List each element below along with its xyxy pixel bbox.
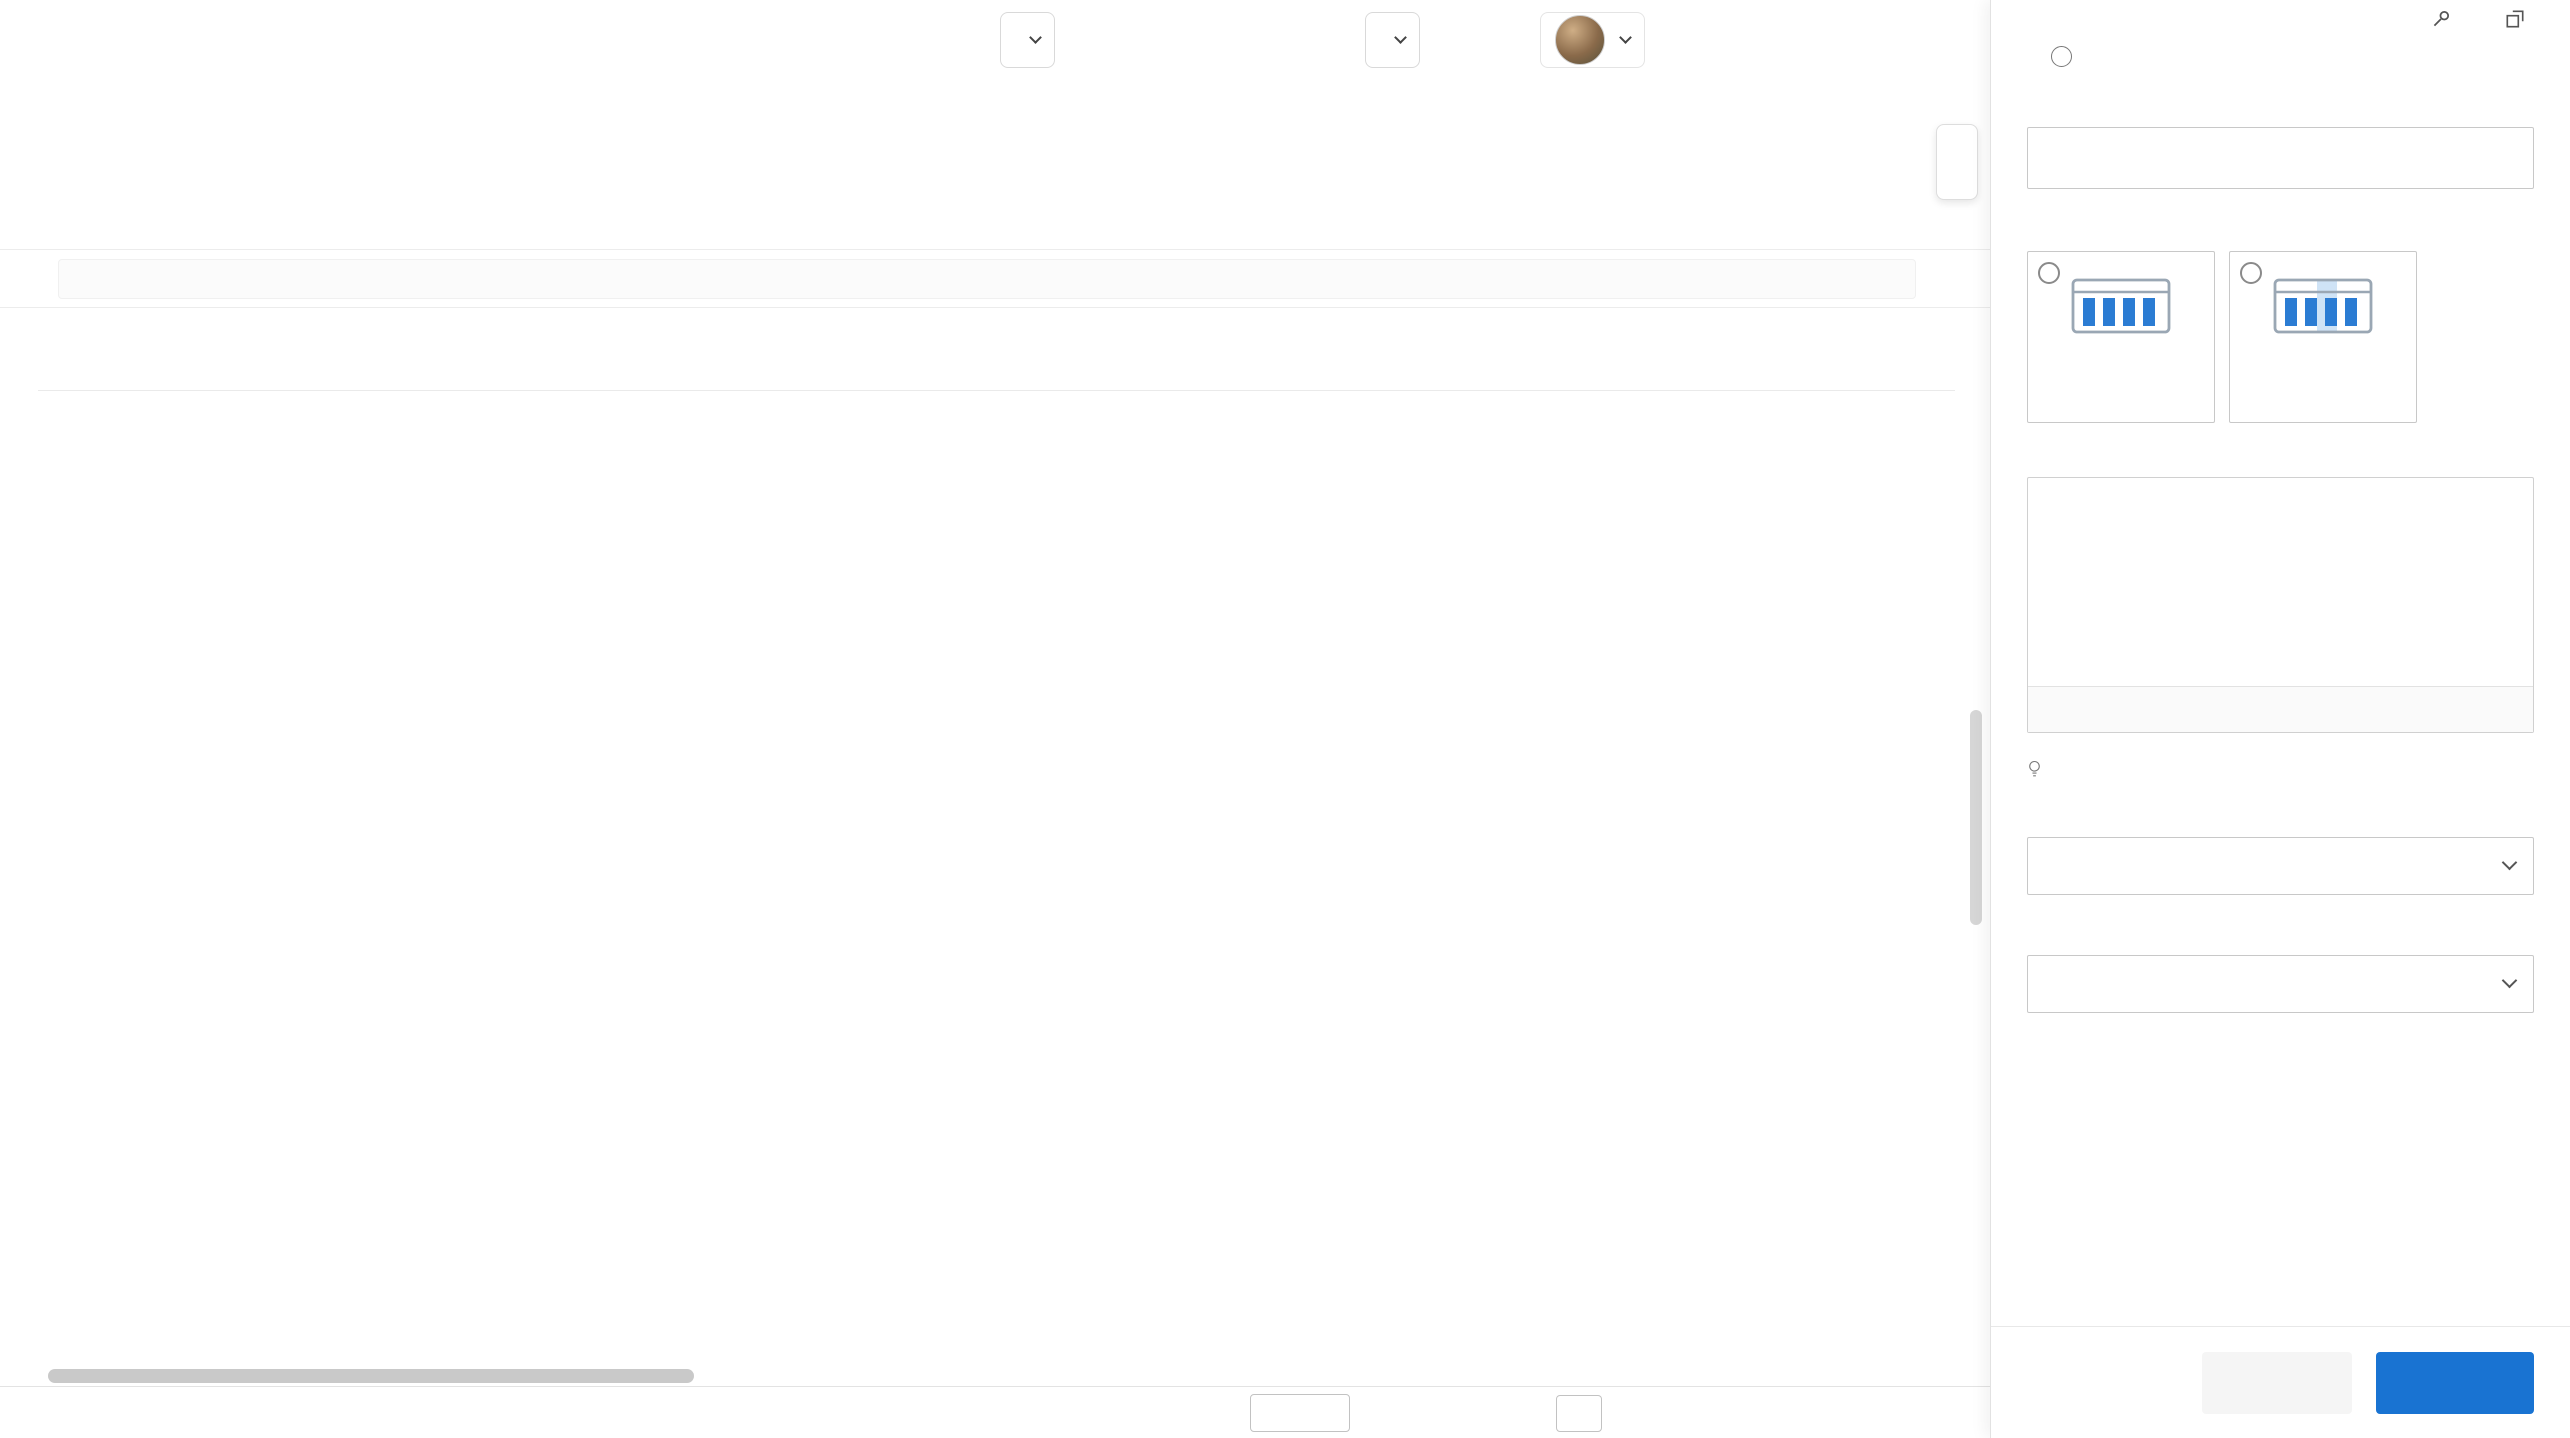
panel-body (1991, 113, 2570, 1059)
chevron-down-icon (2501, 854, 2518, 870)
page-input[interactable] (1556, 1395, 1602, 1432)
ribbon-overflow-button[interactable] (1936, 124, 1978, 200)
formula-editor[interactable] (2027, 477, 2534, 733)
pin-icon[interactable] (2430, 8, 2452, 30)
lightbulb-icon (2029, 760, 2040, 777)
horizontal-scrollbar[interactable] (0, 1367, 1950, 1385)
column-aggregation-select[interactable] (2027, 837, 2534, 895)
chevron-down-icon (2501, 972, 2518, 988)
chevron-down-icon (1619, 30, 1632, 44)
radio-icon (2240, 262, 2262, 284)
visual-column-icon (2273, 278, 2373, 334)
title-input[interactable] (2027, 127, 2534, 189)
ribbon (0, 80, 1990, 250)
update-button[interactable] (2376, 1351, 2534, 1414)
vertical-scrollbar[interactable] (1970, 710, 1982, 1130)
chevron-down-icon (1029, 30, 1042, 44)
visual-column-option[interactable] (2229, 251, 2417, 423)
chevron-down-icon (1394, 30, 1407, 44)
pivot-table (38, 390, 1955, 391)
panel-header (1991, 44, 2570, 67)
popout-icon[interactable] (2504, 8, 2526, 30)
scrollbar-thumb[interactable] (48, 1369, 694, 1383)
zoom-level[interactable] (1250, 1394, 1350, 1432)
main-area (0, 0, 1990, 1438)
app-window (0, 0, 2570, 1438)
insert-as-options (2027, 251, 2534, 423)
edit-mode-button[interactable] (1000, 12, 1055, 68)
add-visual-button[interactable] (1365, 12, 1420, 68)
window-actions (2430, 8, 2552, 30)
formula-bar (0, 250, 1990, 308)
example-row (2027, 755, 2534, 783)
row-aggregation-select[interactable] (2027, 955, 2534, 1013)
status-bar (0, 1386, 1990, 1438)
formula-measure-panel (1990, 0, 2570, 1438)
visual-measure-option[interactable] (2027, 251, 2215, 423)
account-menu-button[interactable] (1540, 12, 1645, 68)
radio-icon (2038, 262, 2060, 284)
scrollbar-thumb[interactable] (1970, 710, 1982, 925)
avatar (1555, 15, 1605, 65)
formula-code (2028, 478, 2533, 686)
editor-footer (2028, 686, 2533, 732)
panel-footer (1991, 1326, 2570, 1438)
formula-input[interactable] (58, 258, 1916, 299)
menu-bar (0, 0, 1990, 80)
visual-measure-icon (2071, 278, 2171, 334)
cancel-button[interactable] (2202, 1351, 2352, 1414)
